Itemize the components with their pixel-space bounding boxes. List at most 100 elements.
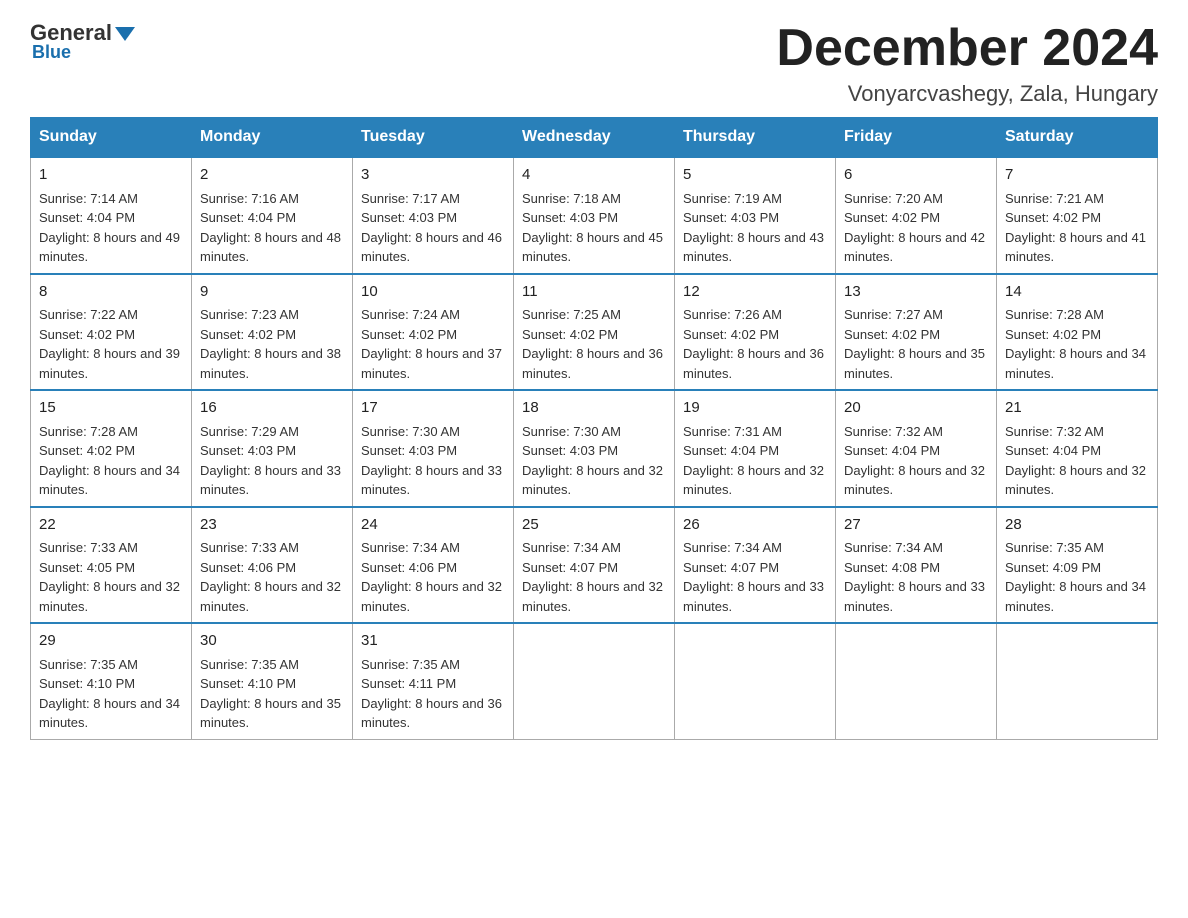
- day-info: Sunrise: 7:28 AMSunset: 4:02 PMDaylight:…: [39, 424, 180, 498]
- calendar-cell: 28Sunrise: 7:35 AMSunset: 4:09 PMDayligh…: [997, 507, 1158, 624]
- day-number: 12: [683, 281, 827, 304]
- page-header: General Blue December 2024 Vonyarcvasheg…: [30, 20, 1158, 107]
- calendar-cell: 24 Sunrise: 7:34 AMSunset: 4:06 PMDayligh…: [353, 507, 514, 624]
- day-number: 4: [522, 164, 666, 187]
- day-info: Sunrise: 7:35 AMSunset: 4:11 PMDaylight:…: [361, 657, 502, 731]
- calendar-cell: 26Sunrise: 7:34 AMSunset: 4:07 PMDayligh…: [675, 507, 836, 624]
- day-info: Sunrise: 7:21 AMSunset: 4:02 PMDaylight:…: [1005, 191, 1146, 265]
- calendar-table: Sunday Monday Tuesday Wednesday Thursday…: [30, 117, 1158, 740]
- day-number: 30: [200, 630, 344, 653]
- calendar-cell: 30 Sunrise: 7:35 AMSunset: 4:10 PMDayligh…: [192, 623, 353, 739]
- day-number: 14: [1005, 281, 1149, 304]
- calendar-cell: 23 Sunrise: 7:33 AMSunset: 4:06 PMDayligh…: [192, 507, 353, 624]
- day-info: Sunrise: 7:32 AMSunset: 4:04 PMDaylight:…: [1005, 424, 1146, 498]
- header-sunday: Sunday: [31, 118, 192, 158]
- calendar-cell: 12 Sunrise: 7:26 AMSunset: 4:02 PMDayligh…: [675, 274, 836, 391]
- day-info: Sunrise: 7:30 AMSunset: 4:03 PMDaylight:…: [361, 424, 502, 498]
- logo-blue-text: Blue: [32, 42, 71, 63]
- header-friday: Friday: [836, 118, 997, 158]
- calendar-cell: 29Sunrise: 7:35 AMSunset: 4:10 PMDayligh…: [31, 623, 192, 739]
- day-info: Sunrise: 7:18 AMSunset: 4:03 PMDaylight:…: [522, 191, 663, 265]
- calendar-header: Sunday Monday Tuesday Wednesday Thursday…: [31, 118, 1158, 158]
- day-number: 25: [522, 514, 666, 537]
- day-info: Sunrise: 7:35 AMSunset: 4:10 PMDaylight:…: [200, 657, 341, 731]
- calendar-cell: 21 Sunrise: 7:32 AMSunset: 4:04 PMDayligh…: [997, 390, 1158, 507]
- calendar-cell: 11 Sunrise: 7:25 AMSunset: 4:02 PMDayligh…: [514, 274, 675, 391]
- calendar-cell: 22Sunrise: 7:33 AMSunset: 4:05 PMDayligh…: [31, 507, 192, 624]
- header-row: Sunday Monday Tuesday Wednesday Thursday…: [31, 118, 1158, 158]
- day-info: Sunrise: 7:26 AMSunset: 4:02 PMDaylight:…: [683, 307, 824, 381]
- calendar-cell: 8 Sunrise: 7:22 AMSunset: 4:02 PMDaylight…: [31, 274, 192, 391]
- day-number: 9: [200, 281, 344, 304]
- day-info: Sunrise: 7:23 AMSunset: 4:02 PMDaylight:…: [200, 307, 341, 381]
- day-number: 6: [844, 164, 988, 187]
- header-monday: Monday: [192, 118, 353, 158]
- day-number: 10: [361, 281, 505, 304]
- logo-triangle-icon: [115, 27, 135, 41]
- logo: General Blue: [30, 20, 135, 63]
- day-number: 16: [200, 397, 344, 420]
- calendar-cell: 18 Sunrise: 7:30 AMSunset: 4:03 PMDayligh…: [514, 390, 675, 507]
- day-info: Sunrise: 7:14 AMSunset: 4:04 PMDaylight:…: [39, 191, 180, 265]
- day-number: 5: [683, 164, 827, 187]
- day-info: Sunrise: 7:35 AMSunset: 4:10 PMDaylight:…: [39, 657, 180, 731]
- day-number: 26: [683, 514, 827, 537]
- day-number: 13: [844, 281, 988, 304]
- calendar-cell: 17 Sunrise: 7:30 AMSunset: 4:03 PMDayligh…: [353, 390, 514, 507]
- day-info: Sunrise: 7:27 AMSunset: 4:02 PMDaylight:…: [844, 307, 985, 381]
- calendar-cell: 20 Sunrise: 7:32 AMSunset: 4:04 PMDayligh…: [836, 390, 997, 507]
- calendar-cell: [836, 623, 997, 739]
- calendar-cell: 25 Sunrise: 7:34 AMSunset: 4:07 PMDayligh…: [514, 507, 675, 624]
- day-info: Sunrise: 7:34 AMSunset: 4:07 PMDaylight:…: [522, 540, 663, 614]
- calendar-cell: 6Sunrise: 7:20 AMSunset: 4:02 PMDaylight…: [836, 157, 997, 274]
- day-number: 23: [200, 514, 344, 537]
- day-info: Sunrise: 7:24 AMSunset: 4:02 PMDaylight:…: [361, 307, 502, 381]
- location-title: Vonyarcvashegy, Zala, Hungary: [776, 81, 1158, 107]
- day-info: Sunrise: 7:28 AMSunset: 4:02 PMDaylight:…: [1005, 307, 1146, 381]
- day-info: Sunrise: 7:34 AMSunset: 4:08 PMDaylight:…: [844, 540, 985, 614]
- calendar-week-3: 15 Sunrise: 7:28 AMSunset: 4:02 PMDayligh…: [31, 390, 1158, 507]
- day-info: Sunrise: 7:22 AMSunset: 4:02 PMDaylight:…: [39, 307, 180, 381]
- calendar-cell: 15 Sunrise: 7:28 AMSunset: 4:02 PMDayligh…: [31, 390, 192, 507]
- calendar-cell: [997, 623, 1158, 739]
- day-number: 18: [522, 397, 666, 420]
- day-number: 27: [844, 514, 988, 537]
- day-number: 31: [361, 630, 505, 653]
- calendar-cell: 1 Sunrise: 7:14 AMSunset: 4:04 PMDaylight…: [31, 157, 192, 274]
- day-number: 21: [1005, 397, 1149, 420]
- calendar-cell: 9 Sunrise: 7:23 AMSunset: 4:02 PMDaylight…: [192, 274, 353, 391]
- day-info: Sunrise: 7:33 AMSunset: 4:05 PMDaylight:…: [39, 540, 180, 614]
- day-number: 17: [361, 397, 505, 420]
- calendar-cell: [675, 623, 836, 739]
- month-title: December 2024: [776, 20, 1158, 77]
- day-number: 3: [361, 164, 505, 187]
- calendar-week-2: 8 Sunrise: 7:22 AMSunset: 4:02 PMDaylight…: [31, 274, 1158, 391]
- calendar-cell: 13 Sunrise: 7:27 AMSunset: 4:02 PMDayligh…: [836, 274, 997, 391]
- calendar-cell: 7 Sunrise: 7:21 AMSunset: 4:02 PMDaylight…: [997, 157, 1158, 274]
- day-number: 24: [361, 514, 505, 537]
- day-info: Sunrise: 7:35 AMSunset: 4:09 PMDaylight:…: [1005, 540, 1146, 614]
- day-info: Sunrise: 7:33 AMSunset: 4:06 PMDaylight:…: [200, 540, 341, 614]
- day-number: 11: [522, 281, 666, 304]
- day-number: 15: [39, 397, 183, 420]
- day-info: Sunrise: 7:19 AMSunset: 4:03 PMDaylight:…: [683, 191, 824, 265]
- day-number: 20: [844, 397, 988, 420]
- day-number: 1: [39, 164, 183, 187]
- day-info: Sunrise: 7:16 AMSunset: 4:04 PMDaylight:…: [200, 191, 341, 265]
- calendar-cell: 10 Sunrise: 7:24 AMSunset: 4:02 PMDayligh…: [353, 274, 514, 391]
- day-info: Sunrise: 7:30 AMSunset: 4:03 PMDaylight:…: [522, 424, 663, 498]
- calendar-week-4: 22Sunrise: 7:33 AMSunset: 4:05 PMDayligh…: [31, 507, 1158, 624]
- day-number: 7: [1005, 164, 1149, 187]
- day-info: Sunrise: 7:25 AMSunset: 4:02 PMDaylight:…: [522, 307, 663, 381]
- day-number: 19: [683, 397, 827, 420]
- calendar-cell: 3Sunrise: 7:17 AMSunset: 4:03 PMDaylight…: [353, 157, 514, 274]
- header-wednesday: Wednesday: [514, 118, 675, 158]
- day-info: Sunrise: 7:34 AMSunset: 4:06 PMDaylight:…: [361, 540, 502, 614]
- day-info: Sunrise: 7:32 AMSunset: 4:04 PMDaylight:…: [844, 424, 985, 498]
- calendar-cell: 14 Sunrise: 7:28 AMSunset: 4:02 PMDayligh…: [997, 274, 1158, 391]
- title-block: December 2024 Vonyarcvashegy, Zala, Hung…: [776, 20, 1158, 107]
- day-info: Sunrise: 7:31 AMSunset: 4:04 PMDaylight:…: [683, 424, 824, 498]
- calendar-week-1: 1 Sunrise: 7:14 AMSunset: 4:04 PMDaylight…: [31, 157, 1158, 274]
- calendar-cell: 27 Sunrise: 7:34 AMSunset: 4:08 PMDayligh…: [836, 507, 997, 624]
- day-number: 8: [39, 281, 183, 304]
